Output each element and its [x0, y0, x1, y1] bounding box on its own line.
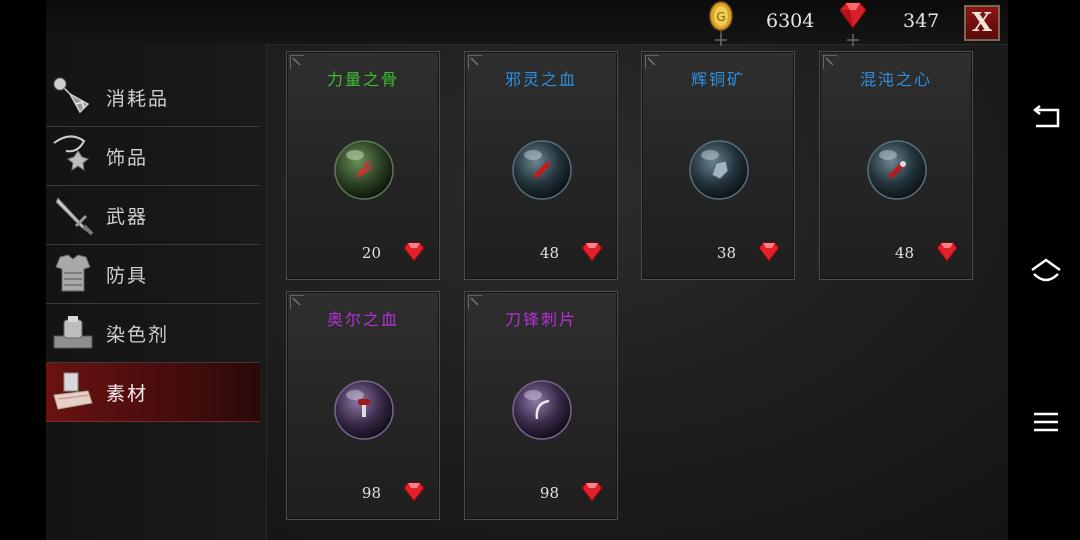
back-icon[interactable]: [1028, 100, 1064, 136]
home-icon[interactable]: [1028, 252, 1064, 288]
category-label: 武器: [106, 206, 149, 228]
red-gem-icon: [581, 242, 603, 262]
gold-coin-icon[interactable]: G: [704, 0, 738, 50]
shop-item-card[interactable]: 力量之骨 20: [286, 51, 440, 280]
top-bar: G 6304 347 X: [46, 0, 1008, 46]
android-nav-bar: [1008, 0, 1080, 540]
close-button[interactable]: X: [964, 5, 1000, 41]
potion-icon: [53, 77, 90, 114]
gold-amount: 6304: [766, 10, 815, 32]
amulet-icon: [53, 135, 90, 172]
dye-icon: [53, 316, 93, 349]
red-gem-icon: [581, 482, 603, 502]
shop-screen: G 6304 347 X 消耗品 饰品 武器 防具 染色剂 素材 力量之骨 20…: [46, 0, 1008, 540]
item-name: 邪灵之血: [504, 70, 577, 89]
category-sidebar: 消耗品 饰品 武器 防具 染色剂 素材: [46, 44, 267, 540]
shop-item-card[interactable]: 奥尔之血 98: [286, 291, 440, 520]
blade-shard-orb-icon: [512, 380, 572, 440]
armor-icon: [55, 254, 91, 292]
shop-item-card[interactable]: 混沌之心 48: [819, 51, 973, 280]
menu-icon[interactable]: [1028, 404, 1064, 440]
category-accessories[interactable]: 饰品: [46, 127, 260, 186]
item-price: 20: [361, 244, 381, 262]
heart-orb-icon: [867, 140, 927, 200]
vial-orb-icon: [334, 380, 394, 440]
item-price: 98: [539, 484, 559, 502]
gem-amount: 347: [903, 10, 940, 32]
blood-orb-icon: [512, 140, 572, 200]
materials-icon: [53, 372, 93, 410]
item-name: 刀锋刺片: [504, 310, 577, 329]
item-price: 48: [539, 244, 559, 262]
category-label: 染色剂: [106, 324, 170, 346]
shop-item-card[interactable]: 邪灵之血 48: [464, 51, 618, 280]
category-label: 防具: [106, 265, 149, 287]
item-price: 38: [716, 244, 736, 262]
item-name: 力量之骨: [326, 70, 399, 89]
shop-item-card[interactable]: 刀锋刺片 98: [464, 291, 618, 520]
category-weapons[interactable]: 武器: [46, 186, 260, 245]
red-gem-icon[interactable]: [836, 0, 870, 50]
item-price: 48: [894, 244, 914, 262]
red-gem-icon: [403, 242, 425, 262]
category-label: 消耗品: [106, 88, 170, 110]
item-name: 辉铜矿: [690, 70, 745, 89]
category-label: 饰品: [106, 147, 149, 169]
red-gem-icon: [403, 482, 425, 502]
red-gem-icon: [936, 242, 958, 262]
item-name: 奥尔之血: [326, 310, 399, 329]
ore-orb-icon: [689, 140, 749, 200]
shop-item-card[interactable]: 辉铜矿 38: [641, 51, 795, 280]
item-name: 混沌之心: [859, 70, 932, 89]
svg-text:G: G: [716, 10, 725, 24]
item-price: 98: [361, 484, 381, 502]
category-materials[interactable]: 素材: [46, 363, 260, 422]
category-consumables[interactable]: 消耗品: [46, 68, 260, 127]
category-label: 素材: [106, 383, 149, 405]
sword-icon: [55, 197, 94, 236]
category-dyes[interactable]: 染色剂: [46, 304, 260, 363]
bone-orb-icon: [334, 140, 394, 200]
category-armor[interactable]: 防具: [46, 245, 260, 304]
red-gem-icon: [758, 242, 780, 262]
